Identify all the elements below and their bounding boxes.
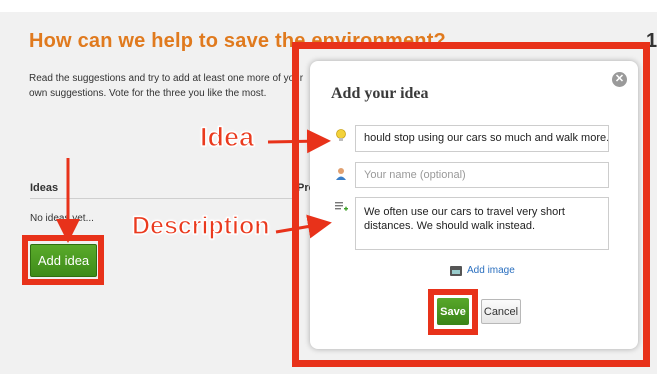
- idea-callout: Idea: [199, 121, 255, 152]
- idea-arrow: [267, 129, 331, 154]
- description-arrow: [275, 214, 332, 239]
- annotation-arrows: [56, 129, 332, 243]
- description-callout: Description: [131, 211, 270, 240]
